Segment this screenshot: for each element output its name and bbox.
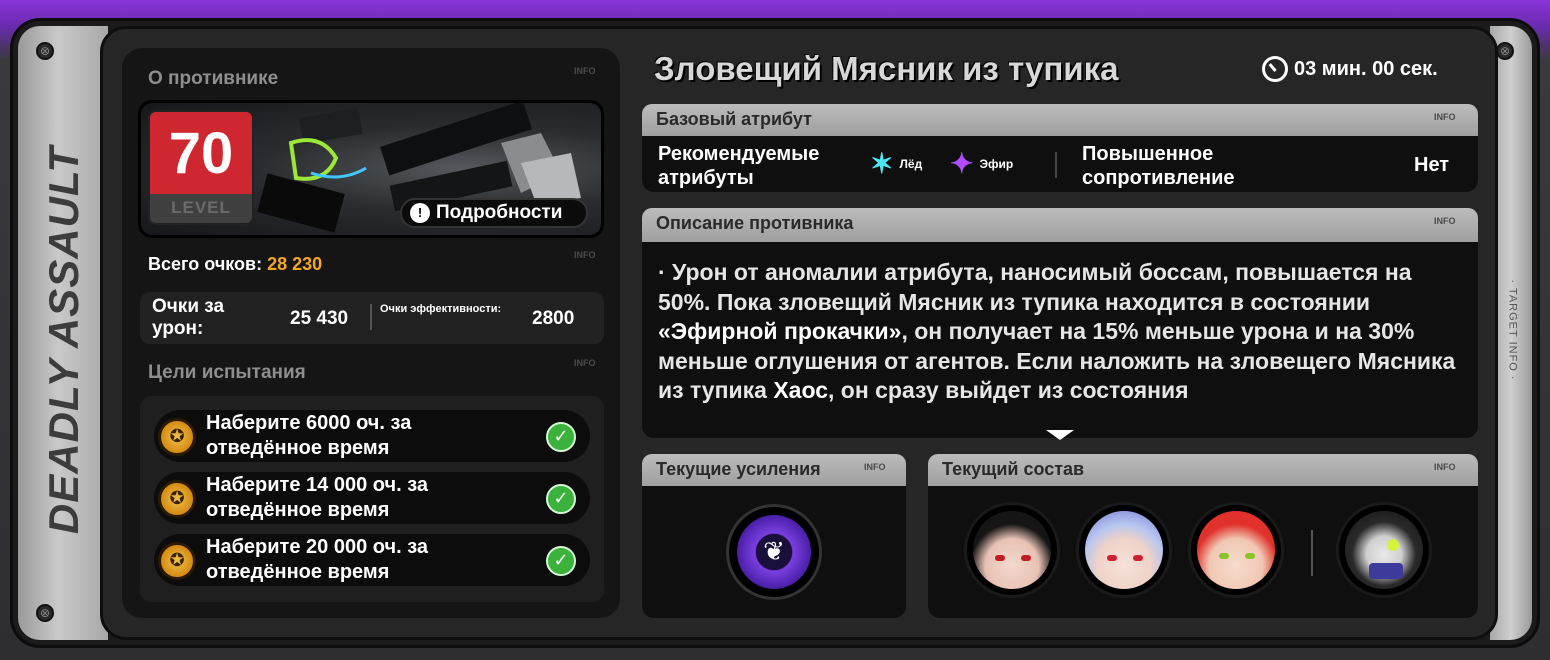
info-tag[interactable]: INFO	[574, 66, 596, 76]
info-tag[interactable]: INFO	[864, 462, 886, 472]
attribute-name: Эфир	[979, 157, 1014, 171]
goal-text: Наберите 14 000 оч. за отведённое время	[206, 474, 429, 521]
efficiency-score-label: Очки эффективности:	[380, 303, 502, 315]
screw-icon: ⊗	[36, 42, 54, 60]
attributes-section-title: Базовый атрибут	[656, 109, 812, 129]
efficiency-score-value: 2800	[532, 308, 575, 329]
info-tag[interactable]: INFO	[1434, 216, 1456, 226]
screw-icon: ⊗	[1496, 42, 1514, 60]
agent-avatar[interactable]	[1188, 502, 1284, 598]
resistance-label: Повышенное сопротивление	[1082, 143, 1235, 189]
timer: 03 мин. 00 сек.	[1262, 56, 1438, 82]
level-badge: 70 LEVEL	[148, 110, 254, 225]
total-score-label: Всего очков:	[148, 254, 263, 274]
eye	[1133, 555, 1143, 561]
agent-avatar[interactable]	[1076, 502, 1172, 598]
medal-icon: ✪	[158, 542, 196, 580]
resistance-value: Нет	[1414, 154, 1450, 176]
eye	[1245, 553, 1255, 559]
check-icon: ✓	[546, 484, 576, 514]
damage-score-value: 25 430	[290, 308, 349, 329]
attributes-header: Базовый атрибут	[642, 104, 1478, 138]
buffs-section-title: Текущие усиления	[656, 459, 821, 479]
attribute-ice: ✶ Лёд	[870, 150, 922, 178]
divider	[370, 304, 372, 330]
team-header: Текущий состав	[928, 454, 1478, 488]
description-highlight: Хаос	[773, 377, 828, 403]
recommended-label: Рекомендуемые атрибуты	[658, 143, 820, 189]
agent-portrait	[1085, 511, 1163, 589]
info-tag[interactable]: INFO	[574, 358, 596, 368]
agent-portrait	[973, 511, 1051, 589]
description-section-title: Описание противника	[656, 213, 854, 233]
goal-text: Наберите 20 000 оч. за отведённое время	[206, 536, 429, 583]
team-section-title: Текущий состав	[942, 459, 1085, 479]
scroll-down-icon[interactable]	[1046, 430, 1074, 440]
goal-item: ✪ Наберите 14 000 оч. за отведённое врем…	[154, 472, 590, 524]
info-tag[interactable]: INFO	[574, 250, 596, 260]
level-number: 70	[150, 112, 252, 194]
goal-item: ✪ Наберите 20 000 оч. за отведённое врем…	[154, 534, 590, 586]
details-button[interactable]: ! Подробности	[400, 198, 588, 228]
total-score: Всего очков: 28 230	[148, 254, 322, 275]
bandana	[1369, 563, 1403, 579]
ether-buff-icon[interactable]: ❦	[726, 504, 822, 600]
eye	[1107, 555, 1117, 561]
info-tag[interactable]: INFO	[1434, 462, 1456, 472]
screw-icon: ⊗	[36, 604, 54, 622]
enemy-description[interactable]: · Урон от аномалии атрибута, наносимый б…	[658, 258, 1464, 434]
info-icon: !	[410, 203, 430, 223]
eye	[1219, 553, 1229, 559]
description-header: Описание противника	[642, 208, 1478, 244]
goals-list: ✪ Наберите 6000 оч. за отведённое время …	[140, 396, 604, 602]
goals-section-title: Цели испытания	[148, 362, 306, 383]
agent-avatar[interactable]	[964, 502, 1060, 598]
ether-icon: ✦	[950, 148, 974, 179]
attribute-name: Лёд	[899, 157, 923, 171]
description-text: · Урон от аномалии атрибута, наносимый б…	[658, 259, 1412, 315]
description-highlight: «Эфирной прокачки»	[658, 318, 902, 344]
enemy-name: Зловещий Мясник из тупика	[654, 50, 1119, 87]
ice-icon: ✶	[870, 148, 894, 179]
damage-score-label: Очки за урон:	[152, 296, 225, 339]
medal-icon: ✪	[158, 480, 196, 518]
eye	[1021, 555, 1031, 561]
check-icon: ✓	[546, 546, 576, 576]
goal-item: ✪ Наберите 6000 оч. за отведённое время …	[154, 410, 590, 462]
details-button-label: Подробности	[436, 202, 563, 223]
goal-text: Наберите 6000 оч. за отведённое время	[206, 412, 412, 459]
stopwatch-icon	[1262, 56, 1288, 82]
eye	[1387, 539, 1399, 551]
total-score-value: 28 230	[267, 254, 323, 274]
eye	[995, 555, 1005, 561]
side-label: · TARGET INFO ·	[1507, 279, 1520, 381]
score-breakdown: Очки за урон: 25 430 Очки эффективности:…	[140, 292, 604, 344]
agent-portrait	[1197, 511, 1275, 589]
enemy-section-title: О противнике	[148, 68, 279, 89]
divider	[1055, 152, 1057, 178]
description-text: , он сразу выйдет из состояния	[828, 377, 1189, 403]
attribute-ether: ✦ Эфир	[950, 150, 1013, 178]
info-tag[interactable]: INFO	[1434, 112, 1456, 122]
timer-text: 03 мин. 00 сек.	[1294, 57, 1438, 80]
divider	[1311, 530, 1313, 576]
buff-symbol: ❦	[763, 537, 785, 567]
check-icon: ✓	[546, 422, 576, 452]
medal-icon: ✪	[158, 418, 196, 456]
level-label: LEVEL	[171, 198, 231, 217]
brand-logo: DEADLY ASSAULT	[40, 145, 87, 535]
bangboo-avatar[interactable]	[1336, 502, 1432, 598]
